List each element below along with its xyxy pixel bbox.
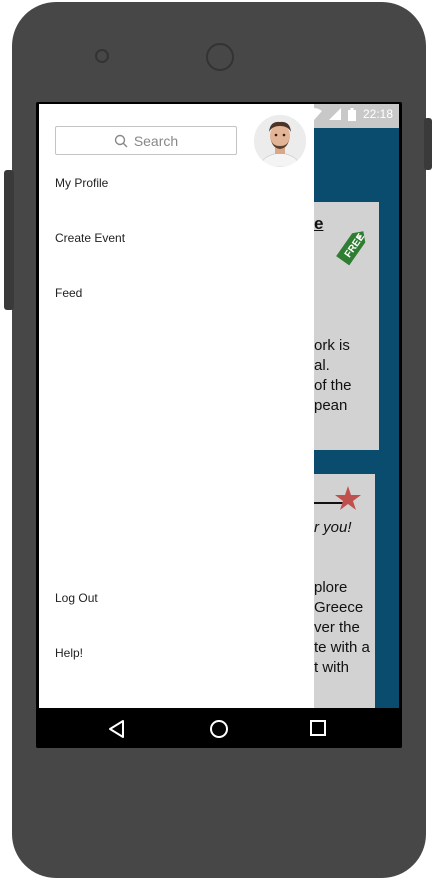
menu-item-feed[interactable]: Feed <box>55 286 82 300</box>
star-icon[interactable] <box>335 486 361 510</box>
screen: 22:18 e FREE ork is al. of the pean r yo… <box>36 102 402 748</box>
event-card-line-5: t with <box>314 659 350 676</box>
search-placeholder: Search <box>133 132 179 149</box>
menu-item-log-out[interactable]: Log Out <box>55 591 98 605</box>
app-viewport: 22:18 e FREE ork is al. of the pean r yo… <box>39 104 399 708</box>
menu-item-create-event[interactable]: Create Event <box>55 231 125 245</box>
signal-icon <box>328 108 341 120</box>
event-card-title: e <box>314 214 324 233</box>
search-input[interactable]: Search <box>55 126 237 155</box>
search-icon <box>114 134 128 147</box>
navigation-drawer: Search My Profile Create Event Feed Log … <box>39 104 314 708</box>
recents-icon[interactable] <box>309 719 327 737</box>
event-card-line-1: plore <box>314 579 348 596</box>
volume-button <box>4 170 14 310</box>
avatar[interactable] <box>254 115 306 167</box>
event-card-line-4: te with a <box>314 639 370 656</box>
back-icon[interactable] <box>107 719 127 739</box>
menu-item-my-profile[interactable]: My Profile <box>55 176 108 190</box>
android-nav-bar <box>36 708 402 748</box>
home-icon[interactable] <box>209 719 229 739</box>
event-card-line-3: ver the <box>314 619 360 636</box>
power-button <box>424 118 432 170</box>
event-card-line-2: al. <box>314 357 330 374</box>
front-camera <box>206 43 234 71</box>
status-time: 22:18 <box>362 107 393 121</box>
event-card-subtitle: r you! <box>314 519 352 536</box>
event-card-line-4: pean <box>314 397 348 414</box>
avatar-image <box>254 115 306 167</box>
sensor-dot <box>95 49 109 63</box>
free-tag-icon: FREE <box>336 231 367 266</box>
menu-item-help[interactable]: Help! <box>55 646 83 660</box>
battery-icon <box>347 107 356 121</box>
event-card-line-2: Greece <box>314 599 364 616</box>
event-card-line-3: of the <box>314 377 352 394</box>
event-card-line-1: ork is <box>314 337 350 354</box>
